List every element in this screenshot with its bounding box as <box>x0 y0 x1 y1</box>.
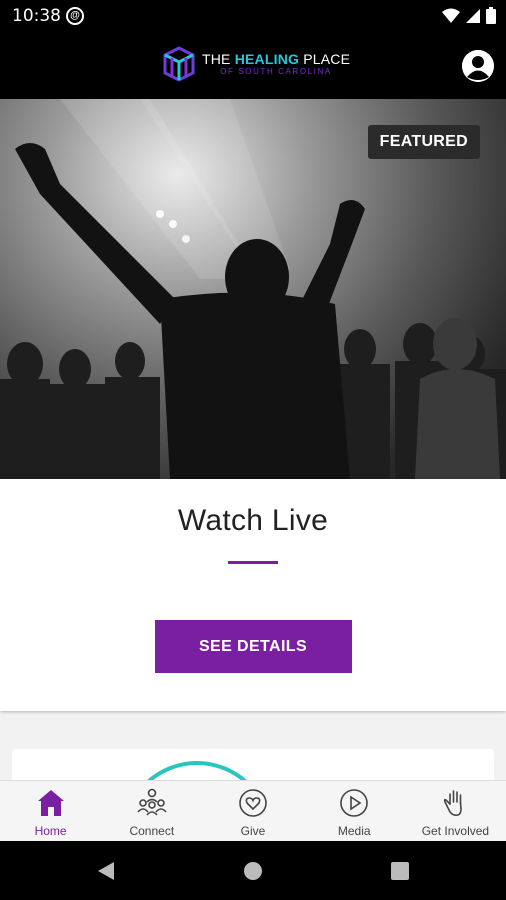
back-icon[interactable] <box>96 861 116 881</box>
bottom-navigation: Home Connect Give Media Get Involved <box>0 780 506 841</box>
nav-media-label: Media <box>337 824 371 838</box>
status-time: 10:38 <box>12 6 61 26</box>
next-feed-card[interactable] <box>12 749 494 780</box>
raised-hand-icon <box>439 787 471 819</box>
nav-connect-label: Connect <box>129 824 175 838</box>
card-graphic <box>122 761 272 780</box>
watch-live-card[interactable]: Watch Live SEE DETAILS <box>0 479 506 711</box>
play-circle-icon <box>338 787 370 819</box>
nav-connect[interactable]: Connect <box>101 781 202 841</box>
see-details-button[interactable]: SEE DETAILS <box>154 620 352 673</box>
home-circle-icon[interactable] <box>243 861 263 881</box>
nav-media[interactable]: Media <box>304 781 405 841</box>
title-divider <box>228 561 278 564</box>
nav-give-label: Give <box>240 824 266 838</box>
heart-circle-icon <box>237 787 269 819</box>
home-icon <box>35 787 67 819</box>
status-icons <box>442 7 496 24</box>
nav-get-involved[interactable]: Get Involved <box>405 781 506 841</box>
nav-give[interactable]: Give <box>202 781 303 841</box>
card-title: Watch Live <box>177 504 329 537</box>
nav-get-involved-label: Get Involved <box>421 824 490 838</box>
wifi-icon <box>442 8 460 23</box>
logo-mark-icon <box>163 46 195 82</box>
battery-icon <box>486 7 496 24</box>
cell-signal-icon <box>466 8 480 23</box>
featured-hero-image[interactable]: FEATURED <box>0 99 506 479</box>
profile-button[interactable] <box>462 50 494 82</box>
system-navigation-bar <box>0 841 506 900</box>
sync-icon: @ <box>66 7 84 25</box>
logo-text: THE HEALING PLACE OF SOUTH CAROLINA <box>202 52 350 76</box>
people-icon <box>136 787 168 819</box>
logo-subtitle: OF SOUTH CAROLINA <box>220 67 332 76</box>
recents-icon[interactable] <box>391 862 409 880</box>
nav-home[interactable]: Home <box>0 781 101 841</box>
app-header: THE HEALING PLACE OF SOUTH CAROLINA <box>0 32 506 99</box>
home-feed[interactable]: FEATURED Watch Live SEE DETAILS <box>0 99 506 780</box>
logo-title: THE HEALING PLACE <box>202 51 351 67</box>
featured-badge: FEATURED <box>367 125 480 159</box>
church-logo[interactable]: THE HEALING PLACE OF SOUTH CAROLINA <box>162 46 350 82</box>
status-bar: 10:38 @ <box>0 0 506 32</box>
nav-home-label: Home <box>34 824 67 838</box>
account-circle-icon <box>462 50 494 82</box>
